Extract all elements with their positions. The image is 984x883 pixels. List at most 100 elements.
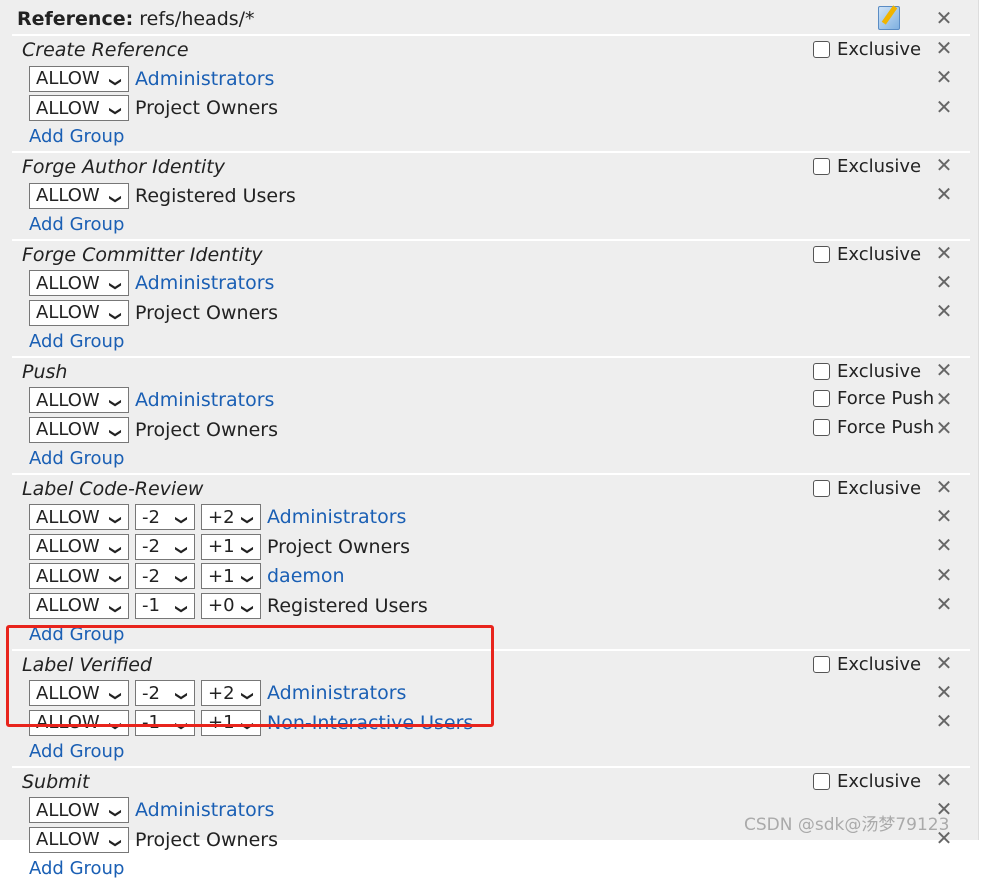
watermark: CSDN @sdk@汤梦79123 [744,815,950,835]
select-value: ALLOW [36,272,100,294]
select-value: ALLOW [36,185,100,207]
chevron-down-icon: ❯ [108,515,123,526]
action-select[interactable]: ALLOW ❯ [29,95,129,122]
remove-rule-icon[interactable]: ✕ [934,299,954,323]
add-group-link[interactable]: Add Group [12,855,970,883]
add-group-link[interactable]: Add Group [12,445,970,473]
permission-section: Push Exclusive ✕ ALLOW ❯ Administrators Force … [12,355,970,473]
min-select[interactable]: -2 ❯ [135,563,195,590]
force-push-checkbox[interactable]: Force Push [813,417,934,438]
remove-permission-icon[interactable]: ✕ [934,475,954,499]
select-value: -2 [142,506,160,528]
remove-permission-icon[interactable]: ✕ [934,241,954,265]
reference-header: Reference: refs/heads/* [17,4,255,34]
max-select[interactable]: +1 ❯ [201,563,261,590]
group-name[interactable]: Administrators [267,506,406,528]
max-select[interactable]: +0 ❯ [201,592,261,619]
remove-permission-icon[interactable]: ✕ [934,153,954,177]
remove-rule-icon[interactable]: ✕ [934,95,954,119]
exclusive-checkbox[interactable]: Exclusive [813,39,921,60]
group-name[interactable]: Administrators [135,272,274,294]
add-group-link[interactable]: Add Group [12,123,970,151]
checkbox-icon[interactable] [813,419,830,436]
group-name[interactable]: Administrators [135,389,274,411]
checkbox-icon[interactable] [813,158,830,175]
add-group-link[interactable]: Add Group [12,328,970,356]
action-select[interactable]: ALLOW ❯ [29,504,129,531]
add-group-link[interactable]: Add Group [12,211,970,239]
highlight-box [6,625,494,727]
remove-rule-icon[interactable]: ✕ [934,416,954,440]
checkbox-icon[interactable] [813,655,830,673]
exclusive-checkbox[interactable]: Exclusive [813,771,921,792]
min-select[interactable]: -1 ❯ [135,592,195,619]
remove-rule-icon[interactable]: ✕ [934,680,954,704]
chevron-down-icon: ❯ [174,574,189,585]
action-select[interactable]: ALLOW ❯ [29,533,129,560]
action-select[interactable]: ALLOW ❯ [29,299,129,326]
remove-rule-icon[interactable]: ✕ [934,563,954,587]
action-select[interactable]: ALLOW ❯ [29,416,129,443]
min-select[interactable]: -2 ❯ [135,504,195,531]
max-select[interactable]: +1 ❯ [201,533,261,560]
remove-rule-icon[interactable]: ✕ [934,182,954,206]
delete-reference-icon[interactable]: ✕ [934,6,954,30]
group-name: Project Owners [135,418,278,441]
permission-section: Forge Committer Identity Exclusive ✕ ALLOW ❯… [12,238,970,356]
action-select[interactable]: ALLOW ❯ [29,592,129,619]
select-value: -2 [142,536,160,558]
exclusive-checkbox[interactable]: Exclusive [813,244,921,265]
remove-rule-icon[interactable]: ✕ [934,592,954,616]
exclusive-checkbox[interactable]: Exclusive [813,156,921,177]
checkbox-icon[interactable] [813,479,830,497]
group-name[interactable]: Administrators [135,68,274,90]
force-push-checkbox[interactable]: Force Push [813,388,934,409]
exclusive-checkbox[interactable]: Exclusive [813,654,921,675]
remove-permission-icon[interactable]: ✕ [934,651,954,675]
add-group-link[interactable]: Add Group [12,738,970,766]
chevron-down-icon: ❯ [108,603,123,614]
group-name: Project Owners [135,97,278,120]
exclusive-label: Exclusive [837,156,922,177]
action-select[interactable]: ALLOW ❯ [29,387,129,414]
exclusive-label: Exclusive [837,653,922,675]
force-push-label: Force Push [837,387,935,409]
select-value: ALLOW [36,506,100,528]
remove-permission-icon[interactable]: ✕ [934,358,954,382]
checkbox-icon[interactable] [813,245,830,263]
group-name[interactable]: daemon [267,565,345,587]
remove-permission-icon[interactable]: ✕ [934,36,954,60]
chevron-down-icon: ❯ [108,574,123,585]
pencil-edit-icon[interactable] [878,6,900,30]
checkbox-icon[interactable] [813,772,830,790]
checkbox-icon[interactable] [813,362,830,380]
exclusive-checkbox[interactable]: Exclusive [813,361,921,382]
group-name: Registered Users [267,594,428,617]
remove-permission-icon[interactable]: ✕ [934,768,954,792]
remove-rule-icon[interactable]: ✕ [934,709,954,733]
checkbox-icon[interactable] [813,389,830,407]
chevron-down-icon: ❯ [108,808,123,819]
rule-row: ALLOW ❯ Registered Users ✕ [12,181,970,211]
checkbox-icon[interactable] [813,41,830,58]
chevron-down-icon: ❯ [174,515,189,526]
chevron-down-icon: ❯ [240,515,255,526]
remove-rule-icon[interactable]: ✕ [934,504,954,528]
select-value: ALLOW [36,595,100,617]
remove-rule-icon[interactable]: ✕ [934,533,954,557]
group-name: Registered Users [135,184,296,207]
remove-rule-icon[interactable]: ✕ [934,65,954,89]
min-select[interactable]: -2 ❯ [135,533,195,560]
remove-rule-icon[interactable]: ✕ [934,270,954,294]
exclusive-checkbox[interactable]: Exclusive [813,478,921,499]
group-name[interactable]: Administrators [135,799,274,821]
action-select[interactable]: ALLOW ❯ [29,270,129,297]
action-select[interactable]: ALLOW ❯ [29,563,129,590]
action-select[interactable]: ALLOW ❯ [29,797,129,824]
action-select[interactable]: ALLOW ❯ [29,65,129,92]
rule-row: ALLOW ❯ Administrators ✕ [12,269,970,299]
action-select[interactable]: ALLOW ❯ [29,182,129,209]
remove-rule-icon[interactable]: ✕ [934,387,954,411]
max-select[interactable]: +2 ❯ [201,504,261,531]
select-value: -1 [142,595,160,617]
